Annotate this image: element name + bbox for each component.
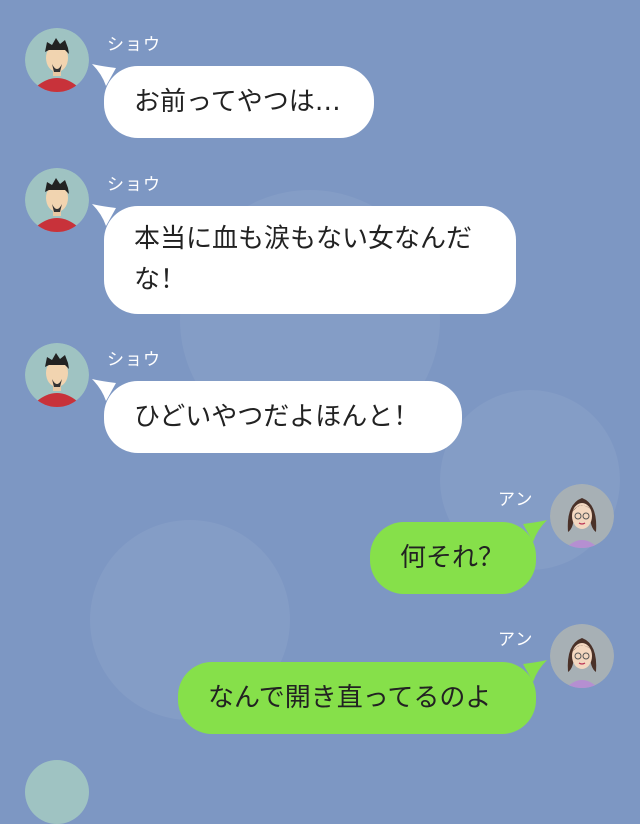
an-avatar[interactable] bbox=[550, 624, 614, 688]
sho-avatar[interactable] bbox=[25, 168, 89, 232]
man-avatar-icon bbox=[25, 168, 89, 232]
message-text: ひどいやつだよほんと！ bbox=[134, 401, 420, 432]
man-avatar-icon bbox=[25, 28, 89, 92]
message-bubble[interactable]: ひどいやつだよほんと！ bbox=[104, 381, 462, 453]
message-text: 本当に血も涙もない女なんだな！ bbox=[134, 224, 473, 295]
man-avatar-icon bbox=[25, 343, 89, 407]
message-text: お前ってやつは… bbox=[134, 86, 341, 117]
sho-avatar[interactable] bbox=[25, 343, 89, 407]
sender-name: ショウ bbox=[107, 35, 161, 55]
sho-avatar[interactable] bbox=[25, 28, 89, 92]
sender-name: ショウ bbox=[107, 350, 161, 370]
message-bubble[interactable]: なんで開き直ってるのよ bbox=[178, 662, 536, 734]
message-bubble[interactable]: お前ってやつは… bbox=[104, 66, 374, 138]
sender-name: アン bbox=[498, 490, 534, 510]
partial-avatar bbox=[25, 760, 89, 824]
an-avatar[interactable] bbox=[550, 484, 614, 548]
message-bubble[interactable]: 本当に血も涙もない女なんだな！ bbox=[104, 206, 516, 314]
message-text: 何それ？ bbox=[400, 542, 505, 573]
sender-name: アン bbox=[498, 630, 534, 650]
message-text: なんで開き直ってるのよ bbox=[208, 682, 492, 713]
woman-avatar-icon bbox=[550, 484, 614, 548]
sender-name: ショウ bbox=[107, 175, 161, 195]
message-bubble[interactable]: 何それ？ bbox=[370, 522, 536, 594]
woman-avatar-icon bbox=[550, 624, 614, 688]
